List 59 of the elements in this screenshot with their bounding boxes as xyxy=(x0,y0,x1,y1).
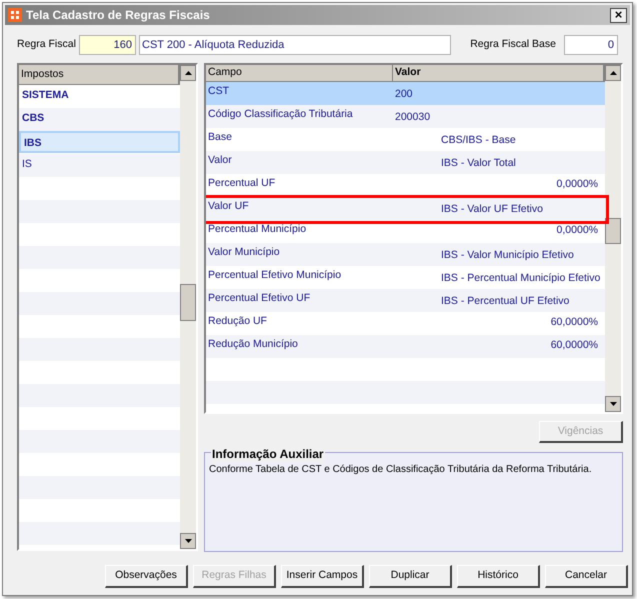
grid-row[interactable]: Valor IBS - Valor Total xyxy=(206,150,605,174)
window-title: Tela Cadastro de Regras Fiscais xyxy=(26,7,211,24)
scroll-up-icon[interactable] xyxy=(180,65,196,81)
field-value: 0,0000% xyxy=(556,222,599,238)
field-name: Base xyxy=(207,130,233,145)
tax-list-item[interactable]: IS xyxy=(19,154,180,176)
scroll-down-icon[interactable] xyxy=(605,396,621,412)
scroll-thumb[interactable] xyxy=(605,218,621,244)
field-name: Redução Município xyxy=(207,336,299,352)
dialog-button[interactable]: Histórico xyxy=(457,565,540,588)
field-value: 200030 xyxy=(394,110,432,125)
dialog-button[interactable]: Inserir Campos xyxy=(281,565,364,588)
field-value: CBS/IBS - Base xyxy=(440,132,517,148)
field-label: Regra Fiscal xyxy=(17,37,77,52)
rule-code-field[interactable]: 160 xyxy=(79,35,136,55)
tax-list-item[interactable]: IBS xyxy=(19,131,180,153)
field-value: IBS - Valor Total xyxy=(440,156,517,171)
field-name: Percentual Efetivo Município xyxy=(207,268,342,283)
field-value: IBS - Percentual UF Efetivo xyxy=(440,294,570,309)
dialog-button[interactable]: Observações xyxy=(105,565,188,588)
grid-row[interactable]: Valor UF IBS - Valor UF Efetivo xyxy=(206,196,605,220)
field-name: Valor UF xyxy=(207,198,250,214)
field-label: Regra Fiscal Base xyxy=(470,37,556,52)
grid-row[interactable]: CST 200 xyxy=(206,82,605,105)
field-name: Valor xyxy=(207,152,233,168)
close-button[interactable]: × xyxy=(610,8,627,22)
field-value: 0,0000% xyxy=(556,176,599,192)
field-name: CST xyxy=(207,84,230,99)
field-value: IBS - Percentual Município Efetivo xyxy=(440,270,602,286)
column-header: Impostos xyxy=(19,65,180,85)
grid-row[interactable]: Valor Município IBS - Valor Município Efetivo xyxy=(206,242,605,266)
field-value: 60,0000% xyxy=(550,314,599,330)
grid-row[interactable]: Código Classificação Tributária 200030 xyxy=(206,104,605,128)
column-header: Campo xyxy=(206,65,393,81)
scroll-thumb[interactable] xyxy=(180,284,196,321)
scrollbar[interactable] xyxy=(180,65,196,549)
grid-row[interactable]: Redução Município 60,0000% xyxy=(206,334,605,358)
field-name: Código Classificação Tributária xyxy=(207,106,354,122)
tax-list-item[interactable]: CBS xyxy=(19,108,180,130)
field-name: Redução UF xyxy=(207,314,268,329)
grid-row[interactable]: Percentual Efetivo UF IBS - Percentual UF Efetivo xyxy=(206,288,605,312)
app-icon xyxy=(8,8,22,22)
dialog-button[interactable]: Duplicar xyxy=(369,565,452,588)
dialog-button[interactable]: Cancelar xyxy=(545,565,628,588)
field-value: 60,0000% xyxy=(550,338,599,353)
scrollbar[interactable] xyxy=(605,65,621,412)
tax-list-item[interactable]: SISTEMA xyxy=(19,85,180,107)
scroll-up-icon[interactable] xyxy=(605,65,621,81)
field-name: Percentual UF xyxy=(207,176,276,191)
info-text: Conforme Tabela de CST e Códigos de Classificação Tributária da Reforma Tributária. xyxy=(209,463,593,477)
base-rule-field[interactable]: 0 xyxy=(564,35,618,55)
field-value: 200 xyxy=(394,86,414,102)
scroll-down-icon[interactable] xyxy=(180,533,196,549)
field-name: Percentual Efetivo UF xyxy=(207,290,312,306)
field-name: Valor Município xyxy=(207,244,281,260)
field-value: IBS - Valor UF Efetivo xyxy=(440,202,544,217)
field-name: Percentual Município xyxy=(207,222,308,237)
field-value: IBS - Valor Município Efetivo xyxy=(440,248,575,263)
rule-name-field[interactable]: CST 200 - Alíquota Reduzida xyxy=(139,35,451,55)
